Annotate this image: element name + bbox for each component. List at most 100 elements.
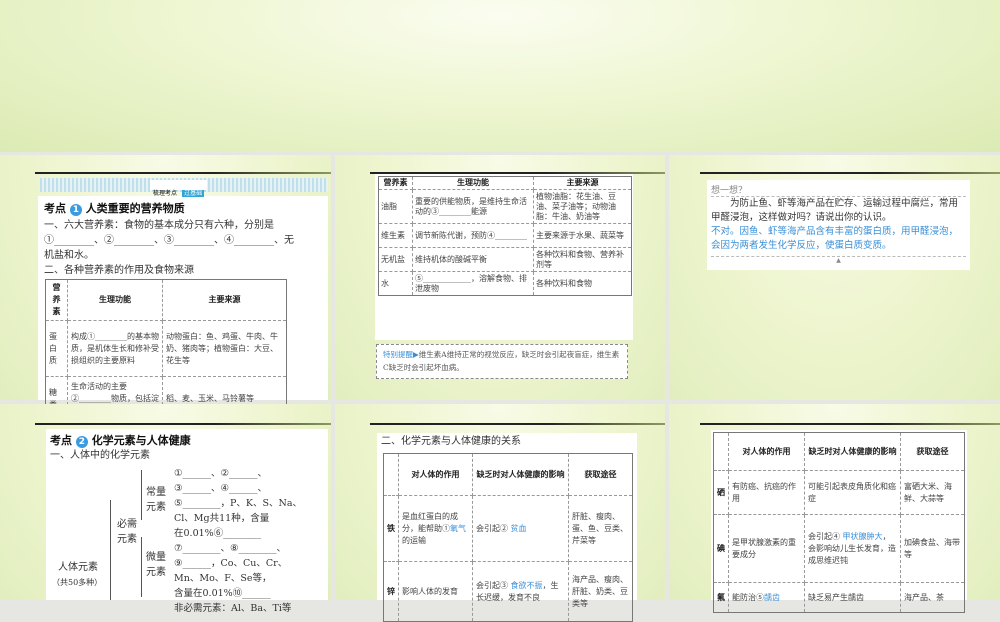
answer: 龋齿 xyxy=(764,592,780,602)
answer: 氧气 xyxy=(450,523,466,533)
line: ⑨______，Co、Cu、Cr、 xyxy=(174,558,288,569)
cell: 主要来源于水果、蔬菜等 xyxy=(533,223,632,248)
line: 非必需元素：Al、Ba、Ti等 xyxy=(174,603,292,614)
th: 生理功能 xyxy=(66,279,163,321)
nutrient-table-2: 营养素 生理功能 主要来源 油脂 重要的供能物质，是维持生命活动的③________能… xyxy=(378,176,632,296)
cell: 海产品、茶 xyxy=(900,582,965,613)
cell: 可能引起表皮角质化和癌症 xyxy=(804,470,901,515)
line: Cl、Mg共11种，含量 xyxy=(174,513,270,524)
cell: 有防癌、抗癌的作用 xyxy=(728,470,805,515)
cell: 硒 xyxy=(713,470,729,515)
cell: 维生素 xyxy=(378,223,413,248)
divider xyxy=(700,423,1000,425)
trace-label: 微量元素 xyxy=(146,552,166,578)
answer: 贫血 xyxy=(510,523,527,533)
divider xyxy=(35,423,331,425)
divider xyxy=(370,423,665,425)
element-table-2: 对人体的作用 缺乏时对人体健康的影响 获取途径 硒有防癌、抗癌的作用 可能引起表皮角质… xyxy=(713,432,965,613)
title-text: 人类重要的营养物质 xyxy=(85,202,185,215)
text: 能防治⑤ xyxy=(732,592,764,602)
text: 的运输 xyxy=(402,535,426,545)
th: 营养素 xyxy=(378,176,413,190)
essential-label: 必需元素 xyxy=(117,519,137,545)
root-note: （共50多种） xyxy=(52,578,103,587)
line: ③______、④______、 xyxy=(174,483,268,494)
brace xyxy=(110,500,115,600)
cell: 油脂 xyxy=(378,189,413,224)
macro-label: 常量元素 xyxy=(146,487,166,513)
slide1-title: 考点 1 人类重要的营养物质 xyxy=(44,202,185,216)
slide5-title: 二、化学元素与人体健康的关系 xyxy=(381,436,521,447)
badge: 1 xyxy=(69,204,82,216)
th: 缺乏时对人体健康的影响 xyxy=(472,453,569,496)
tip-text: 维生素A维持正常的视觉反应，缺乏时会引起夜盲症，维生素C缺乏时会引起坏血病。 xyxy=(383,350,620,372)
cell: 铁 xyxy=(383,495,399,562)
text: 会引起② xyxy=(476,523,508,533)
th: 对人体的作用 xyxy=(728,432,805,471)
th: 主要来源 xyxy=(533,176,632,190)
brace xyxy=(141,470,146,520)
think-box: 想一想？ 为防止鱼、虾等海产品在贮存、运输过程中腐烂，常用甲醛浸泡，这样做对吗？… xyxy=(707,180,970,270)
cell: 肝脏、瘦肉、蛋、鱼、豆类、芹菜等 xyxy=(568,495,633,562)
nutrient-table-1: 营养素 生理功能 主要来源 蛋白质 构成①________的基本物质，是机体生长和修补… xyxy=(45,279,288,421)
text: 会引起③ xyxy=(476,580,508,590)
element-table-1: 对人体的作用 缺乏时对人体健康的影响 获取途径 铁是血红蛋白的成分，能帮助①氧气的运… xyxy=(383,453,633,622)
cell: 蛋白质 xyxy=(45,320,68,377)
tip-box: 特别提醒▶维生素A维持正常的视觉反应，缺乏时会引起夜盲症，维生素C缺乏时会引起坏… xyxy=(376,344,628,379)
line: 在0.01%⑥________ xyxy=(174,528,262,539)
th: 缺乏时对人体健康的影响 xyxy=(804,432,901,471)
cell: 构成①________的基本物质，是机体生长和修补受损组织的主要原料 xyxy=(66,320,163,377)
slide4-title: 考点 2 化学元素与人体健康 xyxy=(50,434,191,448)
cell: 锌 xyxy=(383,561,399,622)
cell: 动物蛋白：鱼、鸡蛋、牛肉、牛奶、猪肉等；植物蛋白：大豆、花生等 xyxy=(161,320,288,377)
cell: 加碘食盐、海带等 xyxy=(900,514,965,583)
cell: 重要的供能物质，是维持生命活动的③________能源 xyxy=(412,189,534,224)
tip-label: 特别提醒▶ xyxy=(383,350,419,359)
th: 对人体的作用 xyxy=(398,453,473,496)
question: 为防止鱼、虾等海产品在贮存、运输过程中腐烂，常用甲醛浸泡，这样做对吗？请说出你的… xyxy=(711,198,959,223)
cell: 是甲状腺激素的重要成分 xyxy=(728,514,805,583)
slide1-line2: 二、各种营养素的作用及食物来源 xyxy=(44,265,194,276)
slide1-line1: 一、六大营养素：食物的基本成分只有六种，分别是①________、②______… xyxy=(44,220,294,261)
slide-background-top xyxy=(0,0,1000,152)
cell: 各种饮料和食物 xyxy=(533,271,632,296)
cell: 水 xyxy=(378,271,413,296)
answer: 不对。因鱼、虾等海产品含有丰富的蛋白质，用甲醛浸泡，会因为两者发生化学反应，使蛋… xyxy=(711,226,959,251)
cell: 会引起② 贫血 xyxy=(472,495,569,562)
divider xyxy=(700,172,1000,174)
section-banner: 梳理考点 过基础 xyxy=(40,178,328,197)
th xyxy=(713,432,729,471)
root-label: 人体元素 xyxy=(58,562,98,573)
text: 会引起④ xyxy=(808,531,840,541)
cell: 氟 xyxy=(713,582,729,613)
badge: 2 xyxy=(75,436,88,448)
th: 营养素 xyxy=(45,279,68,321)
answer: 食欲不振 xyxy=(510,580,543,590)
macro-lines: ①______、②______、 ③______、④______、 ⑤_______… xyxy=(174,466,302,616)
banner-left: 梳理考点 xyxy=(153,190,178,197)
title-text: 化学元素与人体健康 xyxy=(91,434,191,447)
th: 主要来源 xyxy=(161,279,288,321)
cell: 富硒大米、海鲜、大蒜等 xyxy=(900,470,965,515)
cell: 无机盐 xyxy=(378,247,413,272)
cell: 影响人体的发育 xyxy=(398,561,473,622)
divider xyxy=(35,172,331,174)
line: 含量在0.01%⑩______ xyxy=(174,588,271,599)
th: 生理功能 xyxy=(412,176,534,190)
line: Mn、Mo、F、Se等， xyxy=(174,573,272,584)
cell: 会引起④ 甲状腺肿大，会影响幼儿生长发育，造成思维迟钝 xyxy=(804,514,901,583)
line: ①______、②______、 xyxy=(174,468,268,479)
line: ⑦________、⑧________、 xyxy=(174,543,287,554)
cell: ⑤____________，溶解食物、排泄废物 xyxy=(412,271,534,296)
th: 获取途径 xyxy=(900,432,965,471)
cell: 是血红蛋白的成分，能帮助①氧气的运输 xyxy=(398,495,473,562)
cell: 碘 xyxy=(713,514,729,583)
answer: 甲状腺肿大 xyxy=(842,531,883,541)
cell: 海产品、瘦肉、肝脏、奶类、豆类等 xyxy=(568,561,633,622)
cell: 植物油脂：花生油、豆油、菜子油等；动物油脂：牛油、奶油等 xyxy=(533,189,632,224)
collapse-icon[interactable]: ▲ xyxy=(711,256,966,264)
cell: 维持机体的酸碱平衡 xyxy=(412,247,534,272)
banner-right: 过基础 xyxy=(182,190,205,197)
th: 获取途径 xyxy=(568,453,633,496)
line: ⑤________，P、K、S、Na、 xyxy=(174,498,302,509)
